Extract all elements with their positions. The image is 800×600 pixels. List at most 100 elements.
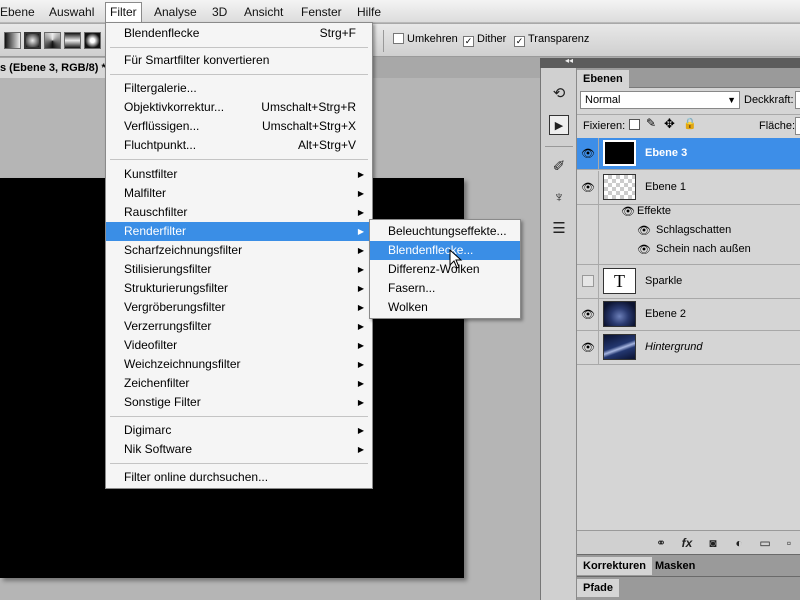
menu-item-rauschfilter[interactable]: Rauschfilter ▶	[106, 203, 372, 222]
new-group-icon[interactable]: ▭	[757, 535, 773, 551]
menu-item-label: Fluchtpunkt...	[124, 138, 197, 152]
reflected-gradient-icon[interactable]	[64, 32, 81, 49]
menu-auswahl[interactable]: Auswahl	[49, 3, 94, 21]
fill-input[interactable]	[795, 117, 800, 135]
menu-separator	[110, 74, 368, 75]
menu-item-blendenflecke[interactable]: Blendenflecke...	[370, 241, 520, 260]
layer-row-hintergrund[interactable]: 👁 Hintergrund	[577, 331, 800, 365]
effect-drop-shadow[interactable]: Schlagschatten	[656, 224, 731, 236]
menu-item-label: Objektivkorrektur...	[124, 100, 225, 114]
menu-item-stilisierungsfilter[interactable]: Stilisierungsfilter ▶	[106, 260, 372, 279]
menu-item-vergroeberungsfilter[interactable]: Vergröberungsfilter ▶	[106, 298, 372, 317]
angle-gradient-icon[interactable]	[44, 32, 61, 49]
layer-thumbnail	[603, 174, 636, 200]
lock-brush-icon[interactable]: ✎	[646, 116, 656, 130]
new-layer-icon[interactable]: ▫	[781, 535, 797, 551]
menu-hilfe[interactable]: Hilfe	[357, 3, 381, 21]
menu-item-videofilter[interactable]: Videofilter ▶	[106, 336, 372, 355]
lock-transparent-icon[interactable]	[629, 119, 640, 130]
layer-thumbnail	[603, 140, 636, 166]
tool-presets-icon[interactable]: ☰	[549, 219, 569, 239]
layer-name: Hintergrund	[645, 341, 703, 353]
add-mask-icon[interactable]: ◙	[705, 535, 721, 551]
linear-gradient-icon[interactable]	[4, 32, 21, 49]
eye-icon[interactable]: 👁	[637, 243, 651, 257]
layer-row-ebene-3[interactable]: 👁 Ebene 3	[577, 138, 800, 170]
menu-fenster[interactable]: Fenster	[301, 3, 342, 21]
collapse-arrows-icon[interactable]: ◂◂	[565, 56, 573, 65]
menu-item-sonstige-filter[interactable]: Sonstige Filter ▶	[106, 393, 372, 412]
menu-item-smartfilter[interactable]: Für Smartfilter konvertieren	[106, 51, 372, 70]
menu-ebene[interactable]: Ebene	[0, 3, 35, 21]
radial-gradient-icon[interactable]	[24, 32, 41, 49]
menu-item-verfluessigen[interactable]: Verflüssigen... Umschalt+Strg+X	[106, 117, 372, 136]
menu-ansicht[interactable]: Ansicht	[244, 3, 283, 21]
menu-item-filter-online[interactable]: Filter online durchsuchen...	[106, 468, 372, 487]
brush-presets-icon[interactable]: ✐	[549, 157, 569, 177]
menu-item-label: Sonstige Filter	[124, 395, 201, 409]
menu-item-digimarc[interactable]: Digimarc ▶	[106, 421, 372, 440]
fx-icon[interactable]: fx	[679, 535, 695, 551]
transparenz-checkbox[interactable]: ✓ Transparenz	[514, 32, 589, 48]
layer-row-sparkle[interactable]: T Sparkle	[577, 265, 800, 299]
menu-item-fasern[interactable]: Fasern...	[370, 279, 520, 298]
menu-3d[interactable]: 3D	[212, 3, 227, 21]
layer-thumbnail	[603, 301, 636, 327]
visibility-toggle[interactable]	[577, 265, 599, 298]
visibility-toggle[interactable]: 👁	[577, 331, 599, 364]
effect-outer-glow[interactable]: Schein nach außen	[656, 243, 751, 255]
tab-pfade[interactable]: Pfade	[577, 579, 619, 597]
tab-ebenen[interactable]: Ebenen	[577, 70, 629, 88]
dither-checkbox[interactable]: ✓ Dither	[463, 32, 506, 48]
menu-item-label: Nik Software	[124, 442, 193, 456]
menu-item-kunstfilter[interactable]: Kunstfilter ▶	[106, 165, 372, 184]
submenu-arrow-icon: ▶	[357, 227, 364, 236]
menu-filter[interactable]: Filter	[105, 2, 142, 23]
menu-separator	[110, 463, 368, 464]
menu-item-nik-software[interactable]: Nik Software ▶	[106, 440, 372, 459]
menu-item-scharfzeichnungsfilter[interactable]: Scharfzeichnungsfilter ▶	[106, 241, 372, 260]
menu-item-objektivkorrektur[interactable]: Objektivkorrektur... Umschalt+Strg+R	[106, 98, 372, 117]
menu-item-fluchtpunkt[interactable]: Fluchtpunkt... Alt+Strg+V	[106, 136, 372, 155]
layer-row-ebene-1[interactable]: 👁 Ebene 1	[577, 171, 800, 205]
menu-item-zeichenfilter[interactable]: Zeichenfilter ▶	[106, 374, 372, 393]
menu-item-wolken[interactable]: Wolken	[370, 298, 520, 317]
link-layers-icon[interactable]: ⚭	[653, 535, 669, 551]
menu-item-differenz-wolken[interactable]: Differenz-Wolken	[370, 260, 520, 279]
menu-item-verzerrungsfilter[interactable]: Verzerrungsfilter ▶	[106, 317, 372, 336]
menu-item-last-filter[interactable]: Blendenflecke Strg+F	[106, 24, 372, 43]
menu-item-beleuchtungseffekte[interactable]: Beleuchtungseffekte...	[370, 222, 520, 241]
tab-korrekturen[interactable]: Korrekturen	[577, 557, 652, 575]
history-icon[interactable]: ⟲	[549, 84, 569, 104]
clone-source-icon[interactable]: ♆	[549, 188, 569, 208]
opacity-input[interactable]	[795, 91, 800, 109]
eye-icon[interactable]: 👁	[621, 205, 635, 219]
layer-row-ebene-2[interactable]: 👁 Ebene 2	[577, 299, 800, 331]
menu-item-filtergalerie[interactable]: Filtergalerie...	[106, 79, 372, 98]
tab-masken[interactable]: Masken	[649, 557, 701, 575]
dock-collapse-bar[interactable]: ◂◂	[540, 56, 800, 68]
layer-thumbnail	[603, 334, 636, 360]
menu-item-label: Videofilter	[124, 338, 178, 352]
menu-item-label: Malfilter	[124, 186, 167, 200]
menu-item-weichzeichnungsfilter[interactable]: Weichzeichnungsfilter ▶	[106, 355, 372, 374]
lock-move-icon[interactable]: ✥	[664, 116, 675, 132]
layers-panel-footer: ⚭ fx ◙ ◐ ▭ ▫	[577, 530, 800, 554]
diamond-gradient-icon[interactable]	[84, 32, 101, 49]
umkehren-checkbox[interactable]: Umkehren	[393, 32, 458, 48]
eye-icon[interactable]: 👁	[637, 224, 651, 238]
lock-all-icon[interactable]: 🔒	[683, 117, 697, 130]
blend-mode-select[interactable]: Normal ▼	[580, 91, 740, 109]
submenu-arrow-icon: ▶	[357, 208, 364, 217]
adjustment-layer-icon[interactable]: ◐	[731, 535, 747, 551]
actions-play-icon[interactable]: ▶	[549, 115, 569, 135]
submenu-arrow-icon: ▶	[357, 398, 364, 407]
menu-item-malfilter[interactable]: Malfilter ▶	[106, 184, 372, 203]
visibility-toggle[interactable]: 👁	[577, 138, 599, 169]
visibility-toggle[interactable]: 👁	[577, 299, 599, 330]
menu-item-renderfilter[interactable]: Renderfilter ▶	[106, 222, 372, 241]
document-tab[interactable]: s (Ebene 3, RGB/8) *	[0, 58, 110, 78]
visibility-toggle[interactable]: 👁	[577, 171, 599, 204]
menu-analyse[interactable]: Analyse	[154, 3, 197, 21]
menu-item-strukturierungsfilter[interactable]: Strukturierungsfilter ▶	[106, 279, 372, 298]
